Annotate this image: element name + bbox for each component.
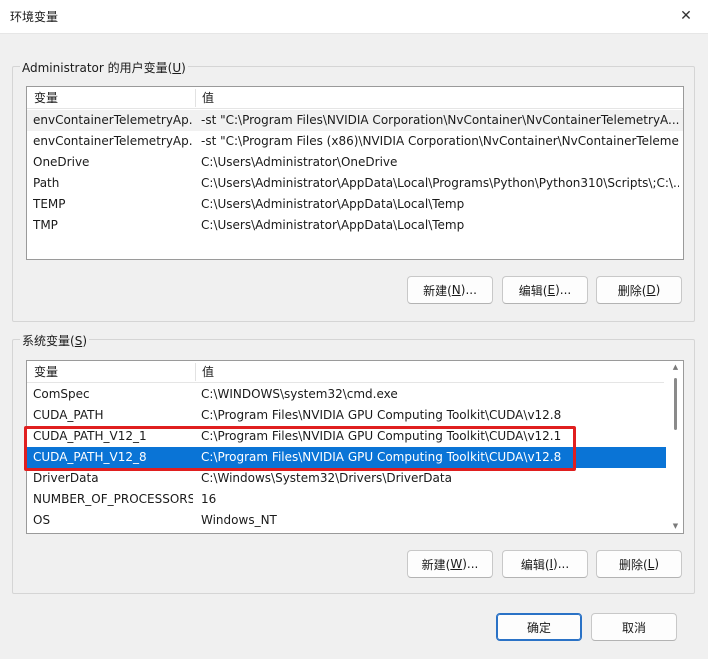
user-edit-button[interactable]: 编辑(E)... (502, 276, 588, 304)
variable-value: C:\Users\Administrator\OneDrive (201, 155, 398, 169)
column-header-variable[interactable]: 变量 (29, 87, 58, 109)
user-variables-list[interactable]: 变量 值 envContainerTelemetryAp... -st "C:\P… (26, 86, 684, 260)
list-item[interactable]: OneDrive C:\Users\Administrator\OneDrive (27, 152, 683, 173)
list-item[interactable]: TEMP C:\Users\Administrator\AppData\Local… (27, 194, 683, 215)
scroll-up-icon[interactable]: ▲ (671, 362, 680, 372)
list-item[interactable]: DriverData C:\Windows\System32\Drivers\Dr… (27, 468, 666, 489)
variable-name: OS (33, 513, 51, 527)
system-list-header: 变量 值 (27, 361, 664, 383)
variable-value: C:\Program Files\NVIDIA GPU Computing To… (201, 408, 562, 422)
variable-value: -st "C:\Program Files (x86)\NVIDIA Corpo… (201, 134, 679, 148)
user-delete-button[interactable]: 删除(D) (596, 276, 682, 304)
list-item[interactable]: OS Windows_NT (27, 510, 666, 531)
variable-value: C:\Users\Administrator\AppData\Local\Tem… (201, 218, 465, 232)
user-new-button[interactable]: 新建(N)... (407, 276, 493, 304)
variable-name: TEMP (33, 197, 66, 211)
variable-value: -st "C:\Program Files\NVIDIA Corporation… (201, 113, 679, 127)
list-item[interactable]: TMP C:\Users\Administrator\AppData\Local\… (27, 215, 683, 236)
column-header-variable[interactable]: 变量 (29, 361, 58, 383)
variable-value: C:\Windows\System32\Drivers\DriverData (201, 471, 452, 485)
system-delete-button[interactable]: 删除(L) (596, 550, 682, 578)
scroll-thumb[interactable] (674, 378, 677, 430)
system-new-button[interactable]: 新建(W)... (407, 550, 493, 578)
column-separator[interactable] (195, 363, 196, 381)
list-item[interactable]: ComSpec C:\WINDOWS\system32\cmd.exe (27, 384, 666, 405)
scroll-down-icon[interactable]: ▼ (671, 521, 680, 531)
variable-value: C:\WINDOWS\system32\cmd.exe (201, 387, 398, 401)
close-icon: ✕ (680, 8, 692, 24)
cancel-button[interactable]: 取消 (591, 613, 677, 641)
variable-name: Path (33, 176, 60, 190)
variable-value: C:\Users\Administrator\AppData\Local\Pro… (201, 176, 679, 190)
column-header-value[interactable]: 值 (197, 361, 214, 383)
variable-name: CUDA_PATH_V12_8 (33, 450, 147, 464)
user-list-header: 变量 值 (27, 87, 683, 109)
column-separator[interactable] (195, 89, 196, 107)
list-item[interactable]: envContainerTelemetryAp... -st "C:\Progra… (27, 110, 683, 131)
variable-value: C:\Users\Administrator\AppData\Local\Tem… (201, 197, 465, 211)
system-variables-legend: 系统变量(S) (20, 332, 89, 349)
title-bar: 环境变量 ✕ (0, 0, 708, 34)
variable-name: NUMBER_OF_PROCESSORS (33, 492, 193, 506)
system-edit-button[interactable]: 编辑(I)... (502, 550, 588, 578)
column-header-value[interactable]: 值 (197, 87, 214, 109)
system-variables-list[interactable]: 变量 值 ComSpec C:\WINDOWS\system32\cmd.exe C… (26, 360, 684, 534)
variable-value: C:\Program Files\NVIDIA GPU Computing To… (201, 450, 562, 464)
list-item[interactable]: Path C:\Users\Administrator\AppData\Local… (27, 173, 683, 194)
variable-name: CUDA_PATH (33, 408, 104, 422)
variable-name: CUDA_PATH_V12_1 (33, 429, 147, 443)
system-list-scrollbar[interactable]: ▲ ▼ (667, 361, 683, 533)
window-title: 环境变量 (10, 10, 59, 24)
list-item[interactable]: envContainerTelemetryAp... -st "C:\Progra… (27, 131, 683, 152)
close-button[interactable]: ✕ (664, 0, 708, 32)
ok-button[interactable]: 确定 (496, 613, 582, 641)
variable-name: DriverData (33, 471, 99, 485)
list-item[interactable]: CUDA_PATH_V12_1 C:\Program Files\NVIDIA G… (27, 426, 666, 447)
variable-name: envContainerTelemetryAp... (33, 134, 193, 148)
variable-name: OneDrive (33, 155, 90, 169)
variable-name: TMP (33, 218, 58, 232)
variable-name: envContainerTelemetryAp... (33, 113, 193, 127)
variable-name: ComSpec (33, 387, 90, 401)
variable-value: 16 (201, 492, 217, 506)
list-item[interactable]: NUMBER_OF_PROCESSORS 16 (27, 489, 666, 510)
variable-value: C:\Program Files\NVIDIA GPU Computing To… (201, 429, 562, 443)
list-item[interactable]: CUDA_PATH C:\Program Files\NVIDIA GPU Com… (27, 405, 666, 426)
user-variables-legend: Administrator 的用户变量(U) (20, 59, 188, 76)
list-item[interactable]: CUDA_PATH_V12_8 C:\Program Files\NVIDIA G… (27, 447, 666, 468)
variable-value: Windows_NT (201, 513, 277, 527)
